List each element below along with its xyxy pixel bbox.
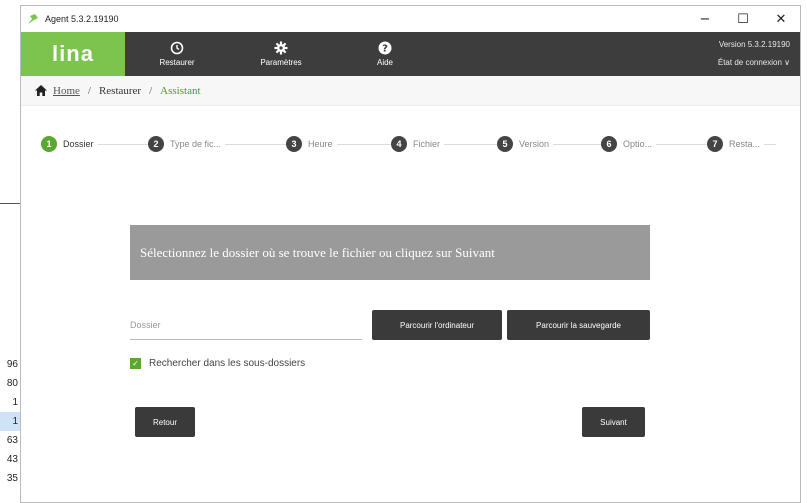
app-icon — [28, 14, 38, 24]
minimize-button[interactable]: − — [686, 6, 724, 32]
background-number: 96 — [6, 359, 18, 370]
next-button[interactable]: Suivant — [582, 407, 645, 437]
step-label: Type de fic... — [170, 139, 222, 149]
home-icon[interactable] — [35, 85, 47, 96]
background-divider — [0, 203, 20, 204]
step-label: Version — [519, 139, 550, 149]
subfolders-label: Rechercher dans les sous-dossiers — [149, 358, 306, 369]
step-number: 4 — [391, 136, 407, 152]
checkbox-checked-icon[interactable]: ✓ — [130, 358, 141, 369]
step-label: Resta... — [729, 139, 761, 149]
step-number: 6 — [601, 136, 617, 152]
step-number: 1 — [41, 136, 57, 152]
step-number: 3 — [286, 136, 302, 152]
nav-aide-label: Aide — [376, 58, 393, 67]
nav-restaurer-label: Restaurer — [159, 58, 195, 67]
background-number-column: 96 80 1 1 63 43 35 — [0, 355, 20, 488]
gear-icon — [274, 41, 288, 55]
wizard-steps: 1 Dossier 2 Type de fic... 3 Heure 4 Fic… — [21, 114, 800, 174]
step-version: 5 Version — [497, 136, 554, 152]
breadcrumb-restaurer[interactable]: Restaurer — [99, 85, 141, 97]
background-number: 43 — [6, 454, 18, 465]
browse-backup-button[interactable]: Parcourir la sauvegarde — [507, 310, 650, 340]
nav-aide[interactable]: ? Aide — [333, 32, 437, 76]
breadcrumb-current: Assistant — [160, 84, 201, 97]
step-label: Dossier — [63, 139, 94, 149]
window-title: Agent 5.3.2.19190 — [45, 14, 119, 24]
connection-status-dropdown[interactable]: État de connexion ∨ — [718, 54, 790, 72]
lina-logo[interactable]: lina — [21, 32, 125, 76]
step-restauration: 7 Resta... — [707, 136, 765, 152]
browse-computer-button[interactable]: Parcourir l'ordinateur — [372, 310, 502, 340]
title-bar: Agent 5.3.2.19190 − ☐ ✕ — [21, 6, 800, 32]
breadcrumb-home[interactable]: Home — [53, 85, 80, 97]
maximize-button[interactable]: ☐ — [724, 6, 762, 32]
background-number: 1 — [12, 397, 18, 408]
nav-restaurer[interactable]: Restaurer — [125, 32, 229, 76]
step-number: 7 — [707, 136, 723, 152]
breadcrumb: Home / Restaurer / Assistant — [21, 76, 800, 106]
breadcrumb-separator: / — [149, 84, 153, 97]
background-number: 80 — [6, 378, 18, 389]
top-navigation-bar: lina Restaurer Paramètres ? Aide Version… — [21, 32, 800, 76]
breadcrumb-separator: / — [87, 84, 91, 97]
top-right-info: Version 5.3.2.19190 État de connexion ∨ — [718, 36, 790, 72]
step-options: 6 Optio... — [601, 136, 657, 152]
help-icon: ? — [378, 41, 392, 55]
step-number: 5 — [497, 136, 513, 152]
background-number: 1 — [0, 412, 20, 431]
subfolders-checkbox[interactable]: ✓ Rechercher dans les sous-dossiers — [130, 358, 305, 369]
background-number: 63 — [6, 435, 18, 446]
history-icon — [170, 41, 184, 55]
step-number: 2 — [148, 136, 164, 152]
nav-parametres[interactable]: Paramètres — [229, 32, 333, 76]
svg-text:?: ? — [382, 44, 388, 55]
close-button[interactable]: ✕ — [762, 6, 800, 32]
step-label: Heure — [308, 139, 333, 149]
version-text: Version 5.3.2.19190 — [718, 40, 790, 49]
step-type-de-fichier: 2 Type de fic... — [148, 136, 226, 152]
instruction-banner: Sélectionnez le dossier où se trouve le … — [130, 225, 650, 280]
step-heure: 3 Heure — [286, 136, 337, 152]
step-fichier: 4 Fichier — [391, 136, 445, 152]
step-dossier: 1 Dossier — [41, 136, 98, 152]
nav-parametres-label: Paramètres — [260, 58, 302, 67]
background-number: 35 — [6, 473, 18, 484]
folder-input[interactable]: Dossier — [130, 310, 362, 340]
step-label: Optio... — [623, 139, 653, 149]
back-button[interactable]: Retour — [135, 407, 195, 437]
step-label: Fichier — [413, 139, 441, 149]
